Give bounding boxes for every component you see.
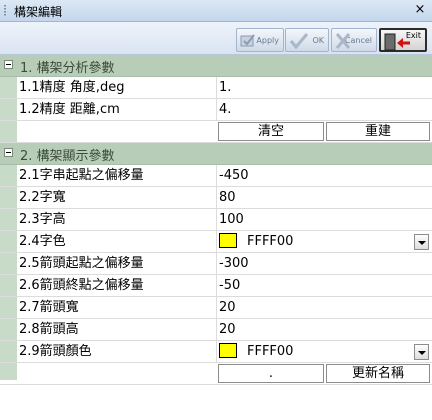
property-value-input[interactable]: 80 <box>217 187 432 208</box>
category-analysis-params: 1. 構架分析參數 <box>0 55 432 77</box>
property-row: 2.7箭頭寬 20 <box>0 297 432 319</box>
property-value-input[interactable]: -50 <box>217 275 432 296</box>
color-hex-text: FFFF00 <box>247 344 294 359</box>
property-row: 2.8箭頭高 20 <box>0 319 432 341</box>
color-value-field[interactable]: FFFF00 <box>217 341 432 362</box>
cancel-button[interactable]: Cancel <box>331 28 377 52</box>
property-name: 1.1精度 角度,deg <box>17 77 217 98</box>
property-value-input[interactable]: -300 <box>217 253 432 274</box>
dot-button[interactable]: . <box>218 364 324 383</box>
property-row: 2.2字寬 80 <box>0 187 432 209</box>
dropdown-arrow-icon[interactable] <box>414 344 429 360</box>
property-row: 1.2精度 距離,cm 4. <box>0 99 432 121</box>
category-display-params: 2. 構架顯示參數 <box>0 143 432 165</box>
exit-button[interactable]: Exit <box>379 28 427 52</box>
exit-door-icon <box>384 33 410 51</box>
color-swatch <box>219 233 237 248</box>
property-name: 2.6箭頭終點之偏移量 <box>17 275 217 296</box>
category-label: 1. 構架分析參數 <box>20 61 115 76</box>
property-row: 2.6箭頭終點之偏移量 -50 <box>0 275 432 297</box>
property-name: 2.9箭頭顏色 <box>17 341 217 362</box>
toolbar: Apply OK Cancel Exit <box>0 22 432 55</box>
property-row: 2.9箭頭顏色 FFFF00 <box>0 341 432 363</box>
property-value-input[interactable]: 1. <box>217 77 432 98</box>
button-row: 清空 重建 <box>0 121 432 143</box>
color-swatch <box>219 343 237 358</box>
drag-grip-icon[interactable] <box>4 5 6 17</box>
update-name-button[interactable]: 更新名稱 <box>326 364 430 383</box>
property-name: 1.2精度 距離,cm <box>17 99 217 120</box>
property-value-input[interactable]: 20 <box>217 319 432 340</box>
property-name: 2.1字串起點之偏移量 <box>17 165 217 186</box>
title-bar: 構架編輯 × <box>0 0 432 22</box>
rebuild-button[interactable]: 重建 <box>326 122 430 141</box>
property-row: 2.5箭頭起點之偏移量 -300 <box>0 253 432 275</box>
ok-label: OK <box>312 35 324 45</box>
property-value-input[interactable]: 100 <box>217 209 432 230</box>
apply-icon <box>240 34 255 47</box>
dropdown-arrow-icon[interactable] <box>414 234 429 250</box>
property-name: 2.4字色 <box>17 231 217 252</box>
clear-button[interactable]: 清空 <box>218 122 324 141</box>
color-value-field[interactable]: FFFF00 <box>217 231 432 252</box>
property-value-input[interactable]: 4. <box>217 99 432 120</box>
property-grid: 1. 構架分析參數 1.1精度 角度,deg 1. 1.2精度 距離,cm 4.… <box>0 55 432 420</box>
property-name: 2.2字寬 <box>17 187 217 208</box>
property-row: 2.1字串起點之偏移量 -450 <box>0 165 432 187</box>
property-row: 2.4字色 FFFF00 <box>0 231 432 253</box>
collapse-icon[interactable] <box>4 148 13 157</box>
apply-button[interactable]: Apply <box>236 28 284 52</box>
close-icon[interactable]: × <box>412 1 428 19</box>
color-hex-text: FFFF00 <box>247 234 294 249</box>
property-value-input[interactable]: -450 <box>217 165 432 186</box>
property-value-input[interactable]: 20 <box>217 297 432 318</box>
window-title: 構架編輯 <box>14 5 63 19</box>
property-name: 2.8箭頭高 <box>17 319 217 340</box>
property-name: 2.7箭頭寬 <box>17 297 217 318</box>
collapse-icon[interactable] <box>4 60 13 69</box>
property-name: 2.5箭頭起點之偏移量 <box>17 253 217 274</box>
apply-label: Apply <box>256 35 279 45</box>
button-row: . 更新名稱 <box>0 363 432 385</box>
property-name: 2.3字高 <box>17 209 217 230</box>
ok-button[interactable]: OK <box>285 28 329 52</box>
property-row: 1.1精度 角度,deg 1. <box>0 77 432 99</box>
category-label: 2. 構架顯示參數 <box>20 149 115 164</box>
property-row: 2.3字高 100 <box>0 209 432 231</box>
cancel-x-icon <box>335 33 351 49</box>
checkmark-icon <box>289 33 309 50</box>
